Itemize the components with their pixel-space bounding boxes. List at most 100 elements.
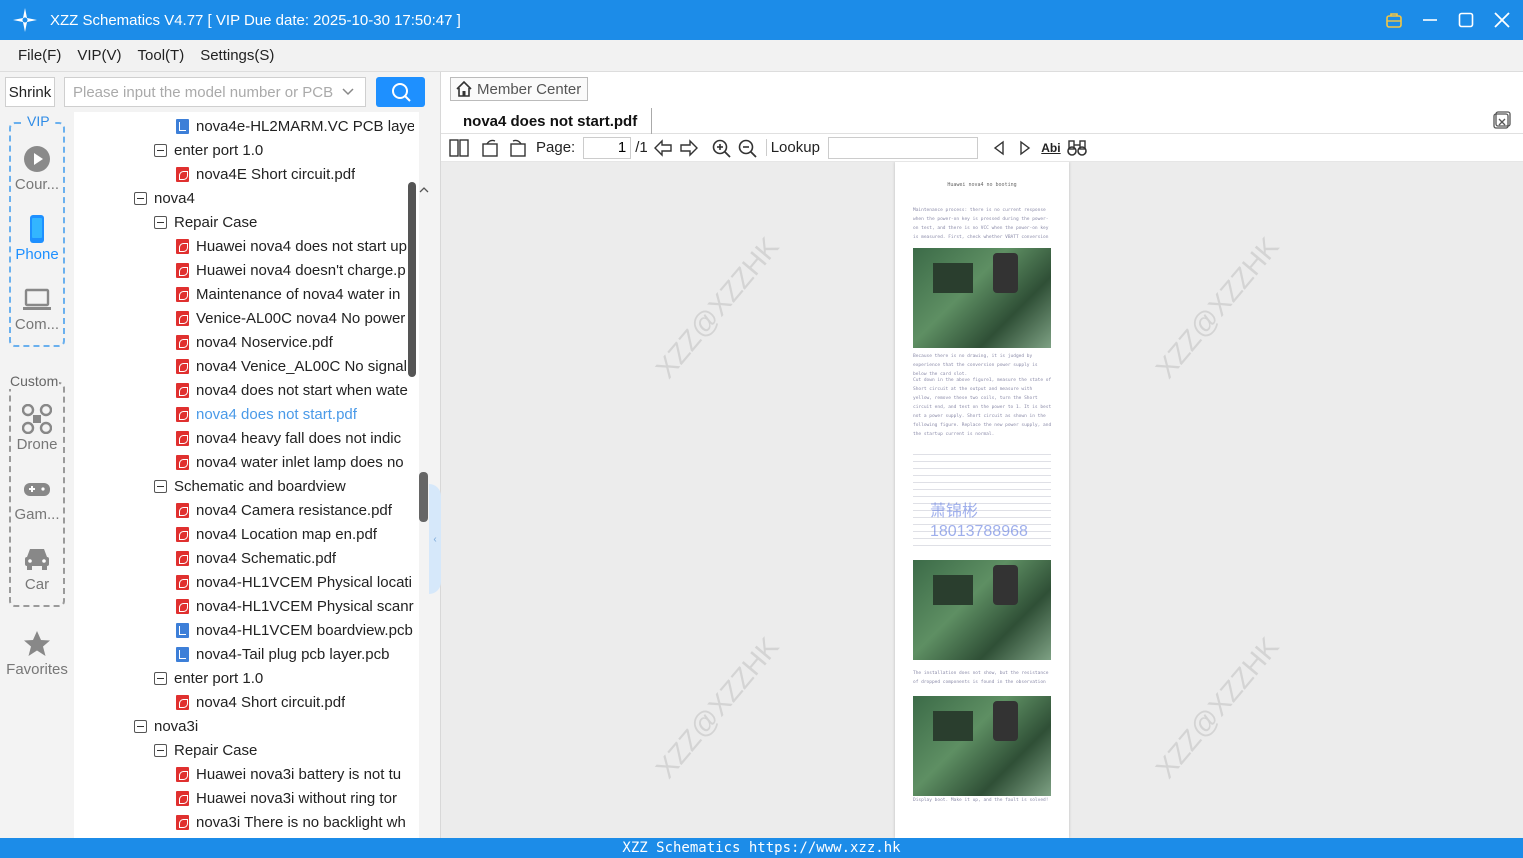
document-tab-bar: nova4 does not start.pdf <box>441 106 1523 134</box>
tree-file[interactable]: nova4-Tail plug pcb layer.pcb <box>176 642 389 666</box>
zoom-out-icon[interactable] <box>736 137 758 159</box>
tree-file[interactable]: nova4 Short circuit.pdf <box>176 690 345 714</box>
tree-file[interactable]: Huawei nova3i battery is not tu <box>176 762 401 786</box>
tree-folder[interactable]: enter port 1.0 <box>154 666 263 690</box>
tree-folder[interactable]: nova4 <box>134 186 195 210</box>
binoculars-icon[interactable] <box>1066 137 1088 159</box>
tree-folder[interactable]: Repair Case <box>154 738 257 762</box>
chevron-down-icon[interactable] <box>340 84 356 100</box>
tree-file[interactable]: Huawei nova4 doesn't charge.p <box>176 258 406 282</box>
menu-tool[interactable]: Tool(T) <box>138 47 185 64</box>
category-label: Gam... <box>14 506 60 523</box>
shrink-button[interactable]: Shrink <box>5 77 55 107</box>
pdf-file-icon <box>176 694 189 710</box>
watermark: XZZ@XZZHK <box>1149 231 1285 384</box>
pdf-file-icon <box>176 598 189 614</box>
collapse-toggle-icon[interactable] <box>154 671 167 685</box>
category-label: Drone <box>16 436 58 453</box>
drone-icon <box>22 404 52 434</box>
find-next-icon[interactable] <box>1014 137 1036 159</box>
category-course[interactable]: Cour... <box>0 144 74 193</box>
pdf-file-icon <box>176 430 189 446</box>
rotate-right-icon[interactable] <box>506 137 528 159</box>
category-computer[interactable]: Com... <box>0 284 74 333</box>
tree-file[interactable]: nova4 does not start when wate <box>176 378 408 402</box>
tree-item-label: nova4 water inlet lamp does no <box>196 453 404 471</box>
lookup-label: Lookup <box>765 139 820 156</box>
menu-file[interactable]: File(F) <box>18 47 61 64</box>
collapse-toggle-icon[interactable] <box>154 215 167 229</box>
tree-file[interactable]: nova4 heavy fall does not indic <box>176 426 401 450</box>
tree-file[interactable]: nova4-HL1VCEM Physical locati <box>176 570 412 594</box>
pdf-file-icon <box>176 262 189 278</box>
collapse-toggle-icon[interactable] <box>154 479 167 493</box>
category-car[interactable]: Car <box>0 544 74 593</box>
pdf-file-icon <box>176 286 189 302</box>
next-page-icon[interactable] <box>678 137 700 159</box>
tree-file[interactable]: nova4 Location map en.pdf <box>176 522 377 546</box>
member-center-button[interactable]: Member Center <box>450 77 588 101</box>
rotate-left-icon[interactable] <box>480 137 502 159</box>
collapse-toggle-icon[interactable] <box>134 719 147 733</box>
panel-collapse-handle[interactable]: ‹ <box>429 484 441 594</box>
category-label: Favorites <box>6 661 68 678</box>
panel-scrollbar[interactable] <box>419 472 428 522</box>
menu-settings[interactable]: Settings(S) <box>200 47 274 64</box>
category-drone[interactable]: Drone <box>0 404 74 453</box>
tree-file[interactable]: Huawei nova4 does not start up <box>176 234 407 258</box>
tree-file[interactable]: Maintenance of nova4 water in <box>176 282 400 306</box>
previous-page-icon[interactable] <box>652 137 674 159</box>
tree-file[interactable]: nova4 water inlet lamp does no <box>176 450 404 474</box>
pdf-viewer[interactable]: XZZ@XZZHK XZZ@XZZHK XZZ@XZZHK XZZ@XZZHK … <box>441 162 1523 838</box>
tree-item-label: nova4-Tail plug pcb layer.pcb <box>196 645 390 663</box>
tree-file[interactable]: nova4-HL1VCEM boardview.pcb <box>176 618 413 642</box>
vip-bag-icon[interactable] <box>1383 9 1405 31</box>
tree-file[interactable]: nova4E Short circuit.pdf <box>176 162 355 186</box>
tree-folder[interactable]: Repair Case <box>154 210 257 234</box>
vip-group-label: VIP <box>25 113 52 129</box>
find-previous-icon[interactable] <box>988 137 1010 159</box>
doc-paragraph: Maintenance process: there is no current… <box>913 208 1049 240</box>
scroll-up-icon[interactable] <box>419 185 429 195</box>
tree-file[interactable]: Huawei nova3i without ring tor <box>176 786 397 810</box>
category-game[interactable]: Gam... <box>0 474 74 523</box>
close-tabs-icon[interactable] <box>1493 111 1511 129</box>
tree-file[interactable]: nova4 does not start.pdf <box>176 402 357 426</box>
maximize-button[interactable] <box>1455 9 1477 31</box>
search-input[interactable] <box>64 77 366 107</box>
category-label: Com... <box>14 316 60 333</box>
tree-item-label: nova4 Short circuit.pdf <box>196 693 346 711</box>
tree-file[interactable]: Venice-AL00C nova4 No power <box>176 306 405 330</box>
category-phone[interactable]: Phone <box>0 214 74 263</box>
tree-file[interactable]: nova4 Noservice.pdf <box>176 330 333 354</box>
tree-file[interactable]: nova4 Camera resistance.pdf <box>176 498 392 522</box>
document-tab[interactable]: nova4 does not start.pdf <box>449 108 653 134</box>
tree-file[interactable]: nova4-HL1VCEM Physical scanr <box>176 594 414 618</box>
category-label: Car <box>24 576 50 593</box>
match-case-button[interactable]: Abi <box>1040 137 1062 159</box>
collapse-toggle-icon[interactable] <box>134 191 147 205</box>
page-number-input[interactable] <box>583 136 632 159</box>
title-bar: XZZ Schematics V4.77 [ VIP Due date: 202… <box>0 0 1523 40</box>
search-button[interactable] <box>376 77 425 107</box>
close-button[interactable] <box>1491 9 1513 31</box>
zoom-in-icon[interactable] <box>710 137 732 159</box>
tree-folder[interactable]: nova3i <box>134 714 198 738</box>
lookup-input[interactable] <box>827 136 978 159</box>
tree-file[interactable]: nova4 Schematic.pdf <box>176 546 336 570</box>
tree-file[interactable]: nova4e-HL2MARM.VC PCB laye <box>176 114 414 138</box>
watermark: XZZ@XZZHK <box>1149 631 1285 784</box>
category-favorites[interactable]: Favorites <box>0 629 74 678</box>
tree-folder[interactable]: enter port 1.0 <box>154 138 263 162</box>
two-page-view-icon[interactable] <box>448 137 470 159</box>
collapse-toggle-icon[interactable] <box>154 743 167 757</box>
tree-scrollbar[interactable] <box>408 182 416 377</box>
menu-vip[interactable]: VIP(V) <box>77 47 121 64</box>
minimize-button[interactable] <box>1419 9 1441 31</box>
tree-folder[interactable]: Schematic and boardview <box>154 474 346 498</box>
tree-item-label: Huawei nova4 does not start up <box>196 237 407 255</box>
collapse-toggle-icon[interactable] <box>154 143 167 157</box>
car-icon <box>25 549 49 570</box>
tree-file[interactable]: nova4 Venice_AL00C No signal <box>176 354 407 378</box>
tree-file[interactable]: nova3i There is no backlight wh <box>176 810 406 834</box>
